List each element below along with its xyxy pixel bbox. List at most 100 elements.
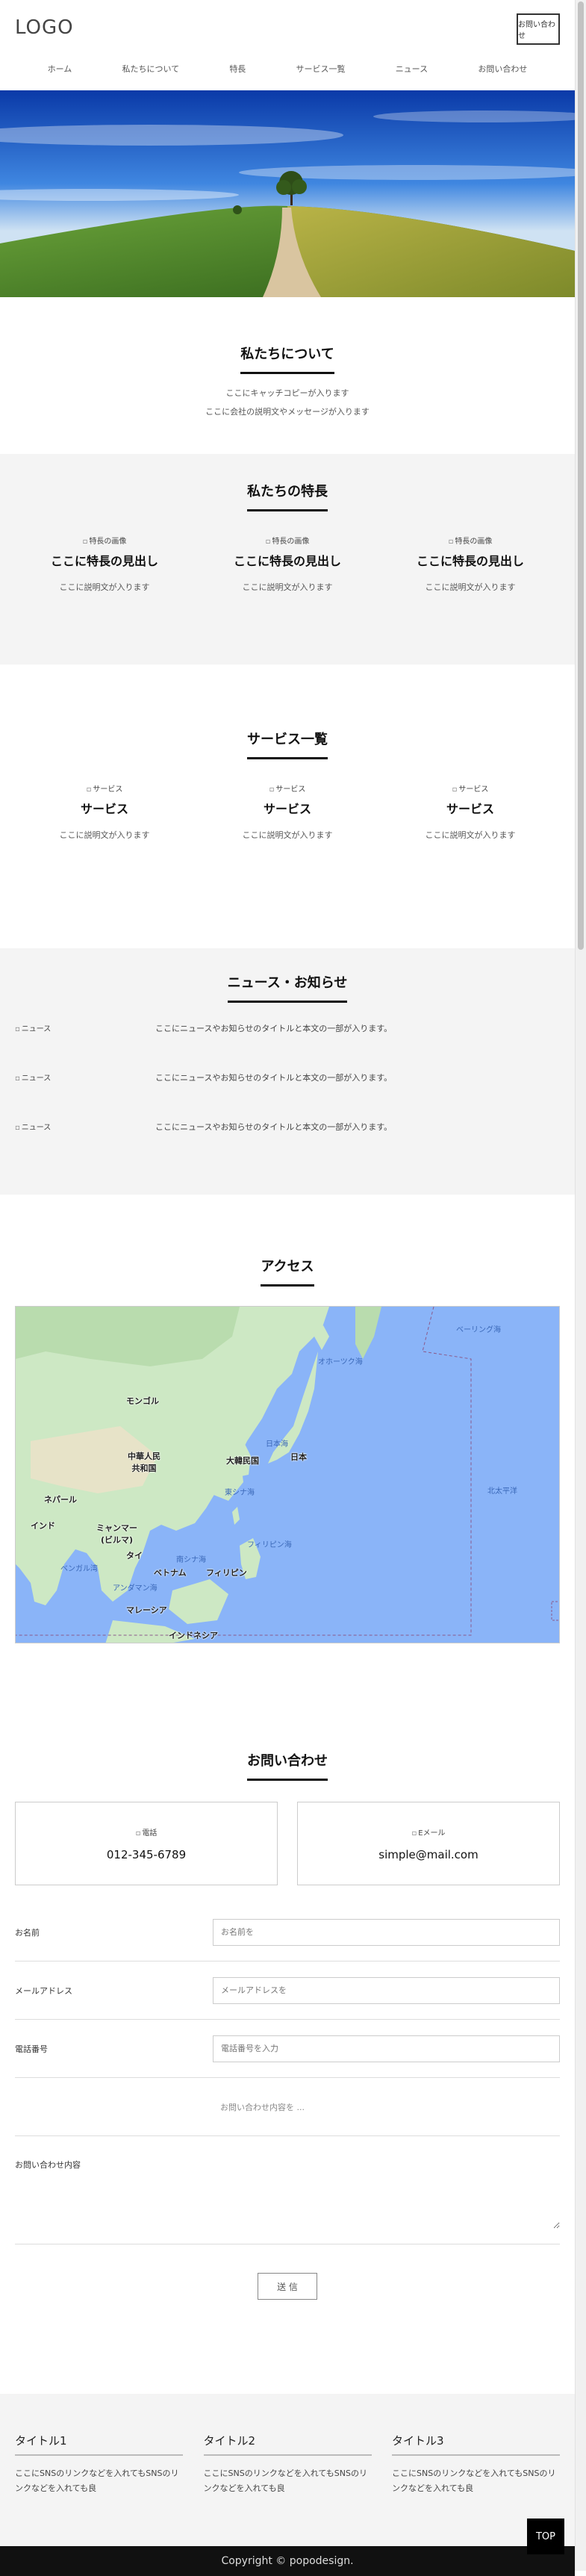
feature-heading: ここに特長の見出し (416, 554, 524, 568)
footer-links: タイトル1 ここにSNSのリンクなどを入れてもSNSのリンクなどを入れても良 タ… (0, 2394, 575, 2546)
embedded-map[interactable]: モンゴル 中華人民 共和国 大韓民国 日本 ネパール インド ミャンマー (ビル… (15, 1306, 560, 1643)
contact-section: お問い合わせ 電話 012-345-6789 Eメール simple@mail.… (0, 1750, 575, 2394)
copyright-bar: Copyright © popodesign. (0, 2546, 575, 2576)
inquiry-type-select[interactable]: お問い合わせ内容を ... (220, 2101, 305, 2113)
feature-image: 特長の画像 (449, 535, 492, 546)
map-sea-south-china: 南シナ海 (176, 1556, 206, 1564)
service-heading: サービス (446, 802, 494, 816)
map-sea-japan: 日本海 (266, 1440, 288, 1449)
news-image: ニュース (15, 1071, 155, 1083)
page-scrollbar[interactable] (575, 0, 586, 2571)
service-image: サービス (87, 783, 122, 794)
map-label-korea: 大韓民国 (226, 1456, 259, 1466)
services-section: サービス一覧 サービス サービス ここに説明文が入ります サービス サービス こ… (0, 665, 575, 948)
about-section: 私たちについて ここにキャッチコピーが入ります ここに会社の説明文やメッセージが… (0, 297, 575, 454)
access-section: アクセス モンゴル 中華人民 共和国 大韓民国 日本 ネパール インド ミャンマ… (0, 1195, 575, 1750)
contact-title: お問い合わせ (247, 1750, 328, 1781)
map-label-china: 中華人民 共和国 (128, 1452, 160, 1473)
scrollbar-thumb[interactable] (578, 1, 584, 950)
service-heading: サービス (80, 802, 128, 816)
news-item[interactable]: ニュース ここにニュースやお知らせのタイトルと本文の一部が入ります。 (15, 1022, 575, 1071)
site-header: LOGO お問い合わせ ホーム 私たちについて 特長 サービス一覧 ニュース お… (0, 0, 575, 90)
name-field[interactable] (213, 1918, 560, 1946)
map-label-vietnam: ベトナム (154, 1568, 187, 1578)
footer-column: タイトル2 ここにSNSのリンクなどを入れてもSNSのリンクなどを入れても良 (203, 2433, 372, 2546)
email-card[interactable]: Eメール simple@mail.com (297, 1802, 560, 1885)
phone-number: 012-345-6789 (106, 1847, 187, 1861)
map-label-myanmar: ミャンマー (ビルマ) (96, 1523, 137, 1545)
footer-column-text: ここにSNSのリンクなどを入れてもSNSのリンクなどを入れても良 (15, 2468, 179, 2493)
about-catchcopy: ここにキャッチコピーが入ります (225, 388, 349, 398)
features-title: 私たちの特長 (247, 481, 328, 511)
service-image: サービス (269, 783, 305, 794)
access-title: アクセス (261, 1256, 314, 1287)
news-text: ここにニュースやお知らせのタイトルと本文の一部が入ります。 (155, 1122, 393, 1132)
feature-card: 特長の画像 ここに特長の見出し ここに説明文が入ります (198, 532, 377, 593)
contact-form: お名前 メールアドレス 電話番号 お問い合わせ内容を ... お問い合わせ内容 (15, 1903, 560, 2244)
feature-heading: ここに特長の見出し (233, 554, 341, 568)
nav-features[interactable]: 特長 (229, 63, 246, 75)
hero-image (0, 90, 575, 297)
nav-contact[interactable]: お問い合わせ (478, 63, 527, 75)
map-label-philippines: フィリピン (206, 1568, 247, 1578)
main-nav: ホーム 私たちについて 特長 サービス一覧 ニュース お問い合わせ (0, 63, 575, 75)
service-card: サービス サービス ここに説明文が入ります (198, 780, 377, 841)
email-icon: Eメール (411, 1826, 445, 1838)
map-pacific: 北太平洋 (487, 1487, 517, 1496)
footer-column: タイトル1 ここにSNSのリンクなどを入れてもSNSのリンクなどを入れても良 (15, 2433, 183, 2546)
footer-column-title: タイトル1 (15, 2433, 183, 2456)
map-label-indonesia: インドネシア (169, 1631, 218, 1640)
submit-button[interactable]: 送 信 (258, 2273, 317, 2300)
footer-column-title: タイトル3 (392, 2433, 560, 2456)
feature-card: 特長の画像 ここに特長の見出し ここに説明文が入ります (381, 532, 560, 593)
nav-home[interactable]: ホーム (48, 63, 72, 75)
service-heading: サービス (263, 802, 311, 816)
service-text: ここに説明文が入ります (425, 830, 516, 840)
service-card: サービス サービス ここに説明文が入ります (381, 780, 560, 841)
news-list: ニュース ここにニュースやお知らせのタイトルと本文の一部が入ります。 ニュース … (0, 1022, 575, 1170)
feature-text: ここに説明文が入ります (59, 582, 150, 592)
services-title: サービス一覧 (247, 729, 328, 759)
email-label: メールアドレス (15, 1985, 72, 1996)
service-text: ここに説明文が入ります (242, 830, 333, 840)
feature-image: 特長の画像 (266, 535, 309, 546)
service-image: サービス (452, 783, 488, 794)
email-address: simple@mail.com (378, 1847, 479, 1861)
footer-column-text: ここにSNSのリンクなどを入れてもSNSのリンクなどを入れても良 (203, 2468, 368, 2493)
map-label-malaysia: マレーシア (126, 1605, 167, 1615)
nav-about[interactable]: 私たちについて (122, 63, 179, 75)
map-label-thailand: タイ (126, 1551, 143, 1561)
phone-card[interactable]: 電話 012-345-6789 (15, 1802, 278, 1885)
map-sea-okhotsk: オホーツク海 (318, 1358, 363, 1366)
map-bay-bengal: ベンガル湾 (60, 1565, 98, 1573)
feature-heading: ここに特長の見出し (50, 554, 158, 568)
news-item[interactable]: ニュース ここにニュースやお知らせのタイトルと本文の一部が入ります。 (15, 1071, 575, 1121)
about-message: ここに会社の説明文やメッセージが入ります (205, 407, 370, 417)
feature-text: ここに説明文が入ります (242, 582, 333, 592)
news-image: ニュース (15, 1121, 155, 1132)
map-label-japan: 日本 (290, 1452, 307, 1462)
nav-services[interactable]: サービス一覧 (296, 63, 346, 75)
feature-image: 特長の画像 (83, 535, 126, 546)
message-field[interactable] (213, 2159, 560, 2229)
page: LOGO お問い合わせ ホーム 私たちについて 特長 サービス一覧 ニュース お… (0, 0, 575, 2576)
news-image: ニュース (15, 1022, 155, 1033)
map-sea-bering: ベーリング海 (456, 1326, 501, 1334)
about-title: 私たちについて (240, 343, 334, 374)
service-text: ここに説明文が入ります (59, 830, 150, 840)
map-label-india: インド (31, 1521, 55, 1531)
header-contact-button[interactable]: お問い合わせ (517, 13, 560, 45)
footer-column-title: タイトル2 (203, 2433, 372, 2456)
map-label-nepal: ネパール (44, 1495, 77, 1505)
site-logo[interactable]: LOGO (15, 16, 74, 39)
email-field[interactable] (213, 1976, 560, 2004)
back-to-top-button[interactable]: TOP (527, 2519, 564, 2554)
news-text: ここにニュースやお知らせのタイトルと本文の一部が入ります。 (155, 1024, 393, 1033)
phone-field[interactable] (213, 2035, 560, 2062)
nav-news[interactable]: ニュース (396, 63, 428, 75)
features-section: 私たちの特長 特長の画像 ここに特長の見出し ここに説明文が入ります 特長の画像… (0, 454, 575, 665)
feature-card: 特長の画像 ここに特長の見出し ここに説明文が入ります (15, 532, 194, 593)
news-item[interactable]: ニュース ここにニュースやお知らせのタイトルと本文の一部が入ります。 (15, 1121, 575, 1170)
news-title: ニュース・お知らせ (227, 972, 348, 1003)
name-label: お名前 (15, 1927, 40, 1938)
